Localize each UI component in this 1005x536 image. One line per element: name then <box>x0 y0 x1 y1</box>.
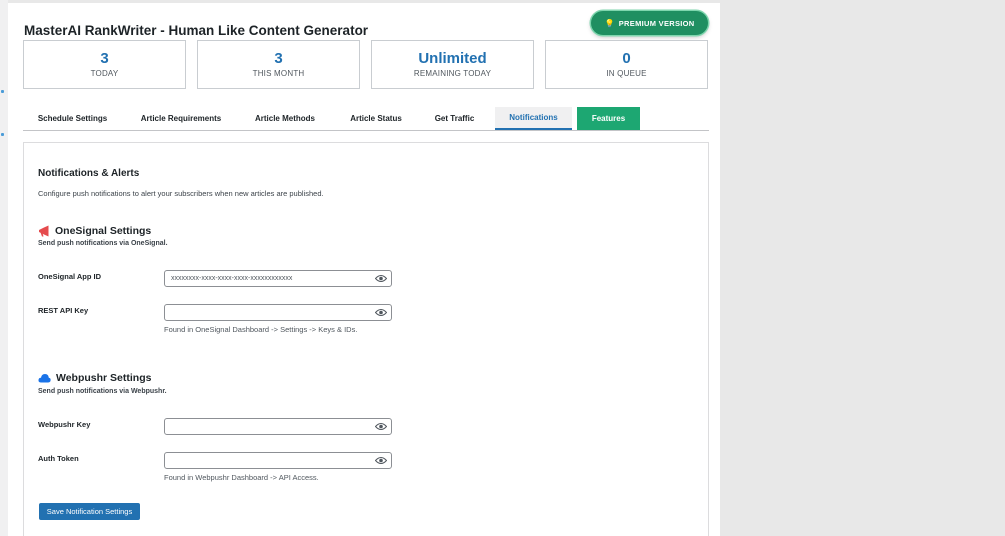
webpushr-key-field[interactable] <box>164 418 392 435</box>
stat-label: TODAY <box>90 69 119 78</box>
section-heading: Notifications & Alerts <box>38 168 140 179</box>
notifications-card <box>23 142 709 536</box>
edge-marker <box>1 90 4 93</box>
onesignal-subtitle: Send push notifications via OneSignal. <box>38 240 168 247</box>
eye-icon[interactable] <box>375 456 387 465</box>
stat-value: 0 <box>622 50 631 67</box>
tab-features[interactable]: Features <box>577 107 640 130</box>
tab-get-traffic[interactable]: Get Traffic <box>423 107 486 130</box>
auth-token-input[interactable] <box>165 453 370 468</box>
premium-version-label: PREMIUM VERSION <box>618 18 695 28</box>
webpushr-hint: Found in Webpushr Dashboard -> API Acces… <box>164 473 319 482</box>
premium-version-button[interactable]: 💡 PREMIUM VERSION <box>591 11 708 35</box>
cloud-icon <box>38 374 51 383</box>
eye-icon[interactable] <box>375 422 387 431</box>
stat-card-today: 3 TODAY <box>23 40 186 89</box>
section-description: Configure push notifications to alert yo… <box>38 189 324 198</box>
tab-article-methods[interactable]: Article Methods <box>243 107 327 130</box>
webpushr-title: Webpushr Settings <box>38 372 151 384</box>
stat-label: IN QUEUE <box>606 69 647 78</box>
tabs-divider <box>23 130 709 131</box>
stat-label: REMAINING TODAY <box>413 69 492 78</box>
stat-value: Unlimited <box>418 50 487 67</box>
megaphone-icon <box>39 225 49 237</box>
auth-token-field[interactable] <box>164 452 392 469</box>
stat-card-remaining-today: Unlimited REMAINING TODAY <box>371 40 534 89</box>
stat-value: 3 <box>274 50 283 67</box>
plugin-panel: MasterAI RankWriter - Human Like Content… <box>8 3 720 536</box>
stat-card-this-month: 3 THIS MONTH <box>197 40 360 89</box>
rest-api-key-label: REST API Key <box>38 306 89 315</box>
left-edge-strip <box>0 0 8 536</box>
page-title: MasterAI RankWriter - Human Like Content… <box>24 23 369 38</box>
tab-article-status[interactable]: Article Status <box>338 107 414 130</box>
onesignal-title-text: OneSignal Settings <box>55 225 152 237</box>
onesignal-app-id-input[interactable] <box>165 271 370 286</box>
webpushr-title-text: Webpushr Settings <box>56 372 152 384</box>
onesignal-app-id-field[interactable] <box>164 270 392 287</box>
tab-article-requirements[interactable]: Article Requirements <box>129 107 233 130</box>
stat-value: 3 <box>100 50 109 67</box>
onesignal-hint: Found in OneSignal Dashboard -> Settings… <box>164 325 358 334</box>
webpushr-subtitle: Send push notifications via Webpushr. <box>38 388 167 395</box>
auth-token-label: Auth Token <box>38 454 79 463</box>
rest-api-key-input[interactable] <box>165 305 370 320</box>
tab-notifications[interactable]: Notifications <box>495 107 572 130</box>
eye-icon[interactable] <box>375 274 387 283</box>
stat-label: THIS MONTH <box>252 69 305 78</box>
save-notification-settings-button[interactable]: Save Notification Settings <box>39 503 140 520</box>
webpushr-key-input[interactable] <box>165 419 370 434</box>
webpushr-key-label: Webpushr Key <box>38 420 91 429</box>
tab-schedule-settings[interactable]: Schedule Settings <box>24 107 121 130</box>
onesignal-title: OneSignal Settings <box>38 225 151 237</box>
rest-api-key-field[interactable] <box>164 304 392 321</box>
onesignal-app-id-label: OneSignal App ID <box>38 272 102 281</box>
lightbulb-icon: 💡 <box>604 18 615 28</box>
eye-icon[interactable] <box>375 308 387 317</box>
stat-card-in-queue: 0 IN QUEUE <box>545 40 708 89</box>
edge-marker <box>1 133 4 136</box>
